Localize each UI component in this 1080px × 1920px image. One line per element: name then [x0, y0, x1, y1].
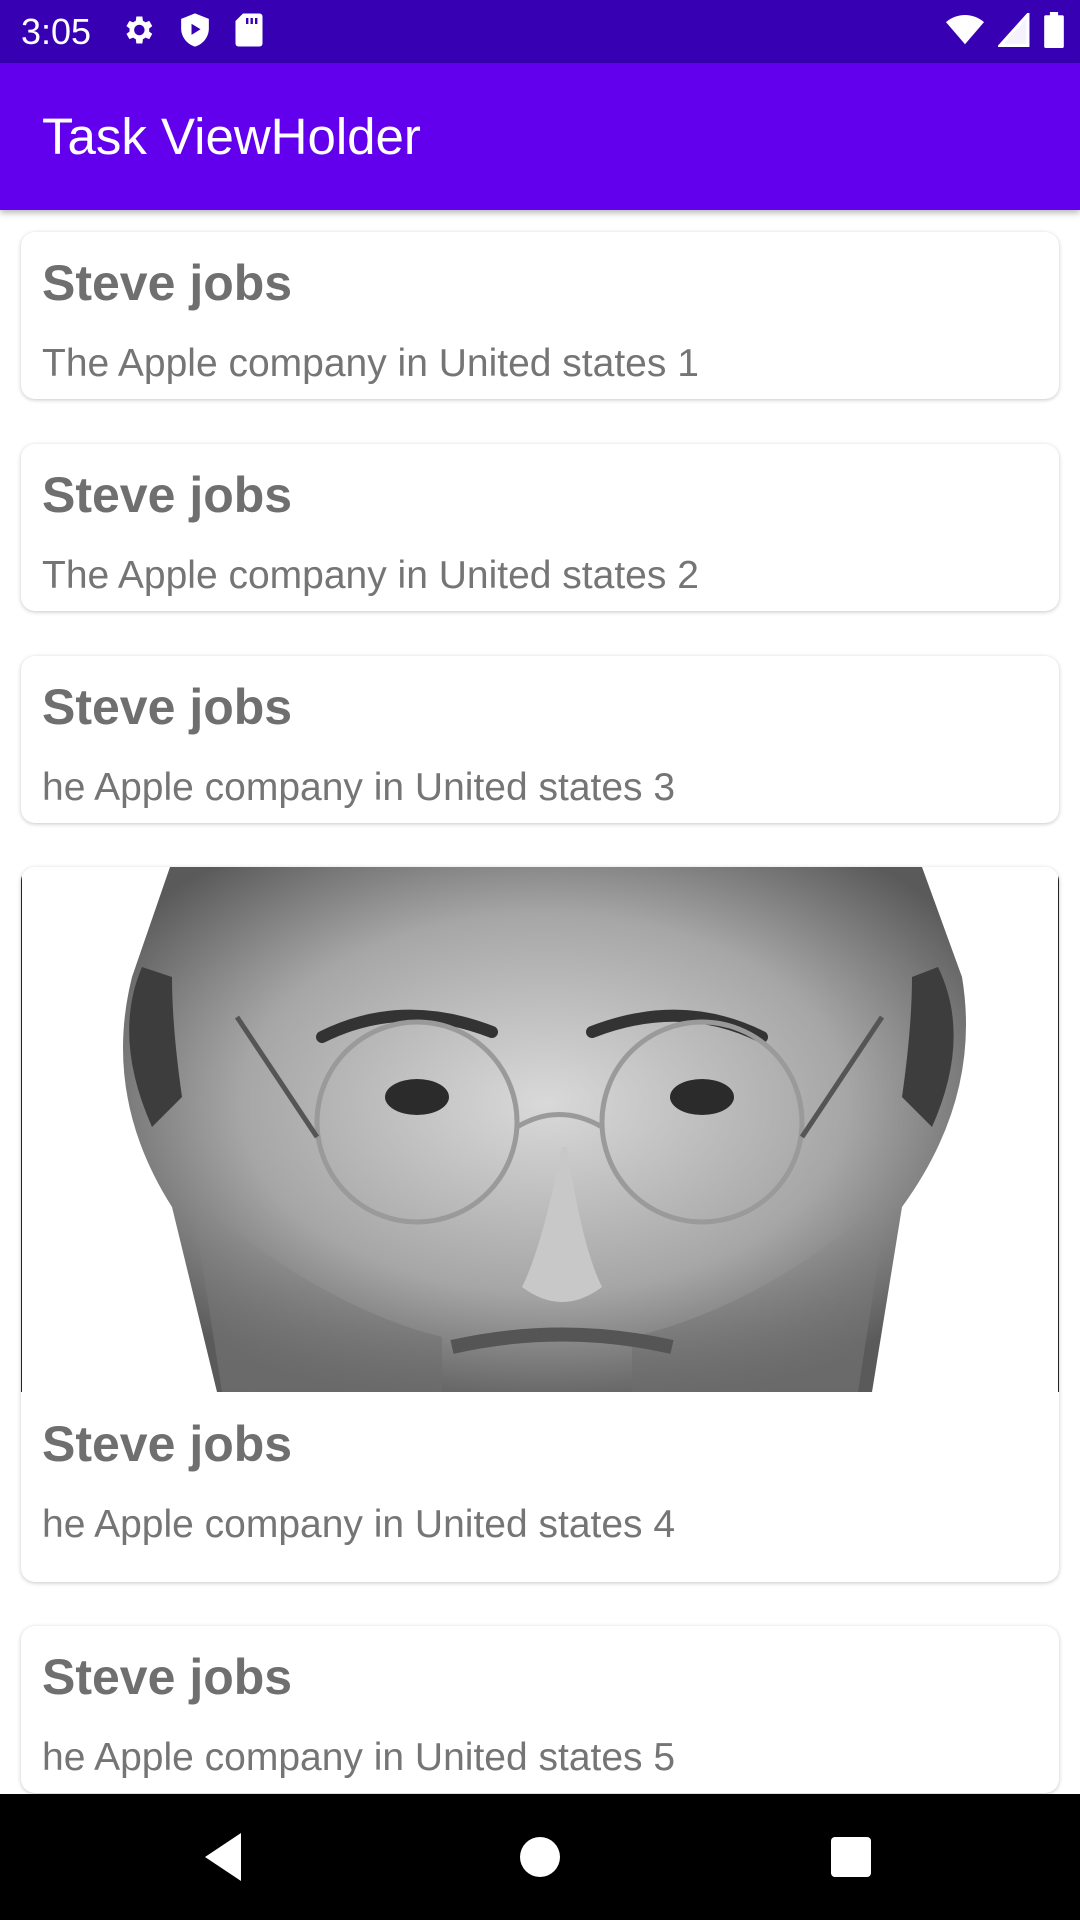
portrait-photo: [21, 867, 1059, 1392]
card-title: Steve jobs: [42, 255, 293, 311]
card-description: he Apple company in United states 4: [42, 1503, 676, 1546]
card-description: he Apple company in United states 5: [42, 1736, 676, 1779]
status-time: 3:05: [21, 11, 92, 52]
home-button[interactable]: [477, 1794, 603, 1920]
app-bar: Task ViewHolder: [0, 63, 1080, 210]
recents-icon: [831, 1837, 871, 1877]
card-description: The Apple company in United states 2: [42, 554, 699, 597]
status-left-icons: [120, 12, 264, 52]
task-list[interactable]: Steve jobs The Apple company in United s…: [0, 210, 1080, 1794]
card-description: he Apple company in United states 3: [42, 766, 676, 809]
card-description: The Apple company in United states 1: [42, 342, 699, 385]
task-card[interactable]: Steve jobs The Apple company in United s…: [21, 444, 1059, 611]
back-icon: [205, 1833, 241, 1881]
status-bar: 3:05: [0, 0, 1080, 63]
settings-icon: [120, 12, 156, 53]
card-title: Steve jobs: [42, 1416, 293, 1472]
card-title: Steve jobs: [42, 1649, 293, 1705]
card-title: Steve jobs: [42, 679, 293, 735]
task-card-with-image[interactable]: Steve jobs he Apple company in United st…: [21, 867, 1059, 1582]
battery-icon: [1044, 11, 1064, 53]
play-protect-icon: [178, 12, 212, 53]
back-button[interactable]: [162, 1794, 288, 1920]
card-title: Steve jobs: [42, 467, 293, 523]
app-title: Task ViewHolder: [42, 108, 421, 165]
cell-signal-icon: [996, 10, 1030, 52]
task-card[interactable]: Steve jobs he Apple company in United st…: [21, 1626, 1059, 1793]
navigation-bar: [0, 1794, 1080, 1920]
sd-card-icon: [234, 12, 264, 53]
wifi-icon: [946, 14, 984, 51]
task-card[interactable]: Steve jobs he Apple company in United st…: [21, 656, 1059, 823]
status-right-icons: [946, 10, 1064, 53]
task-card[interactable]: Steve jobs The Apple company in United s…: [21, 232, 1059, 399]
home-icon: [520, 1837, 560, 1877]
recents-button[interactable]: [788, 1794, 914, 1920]
